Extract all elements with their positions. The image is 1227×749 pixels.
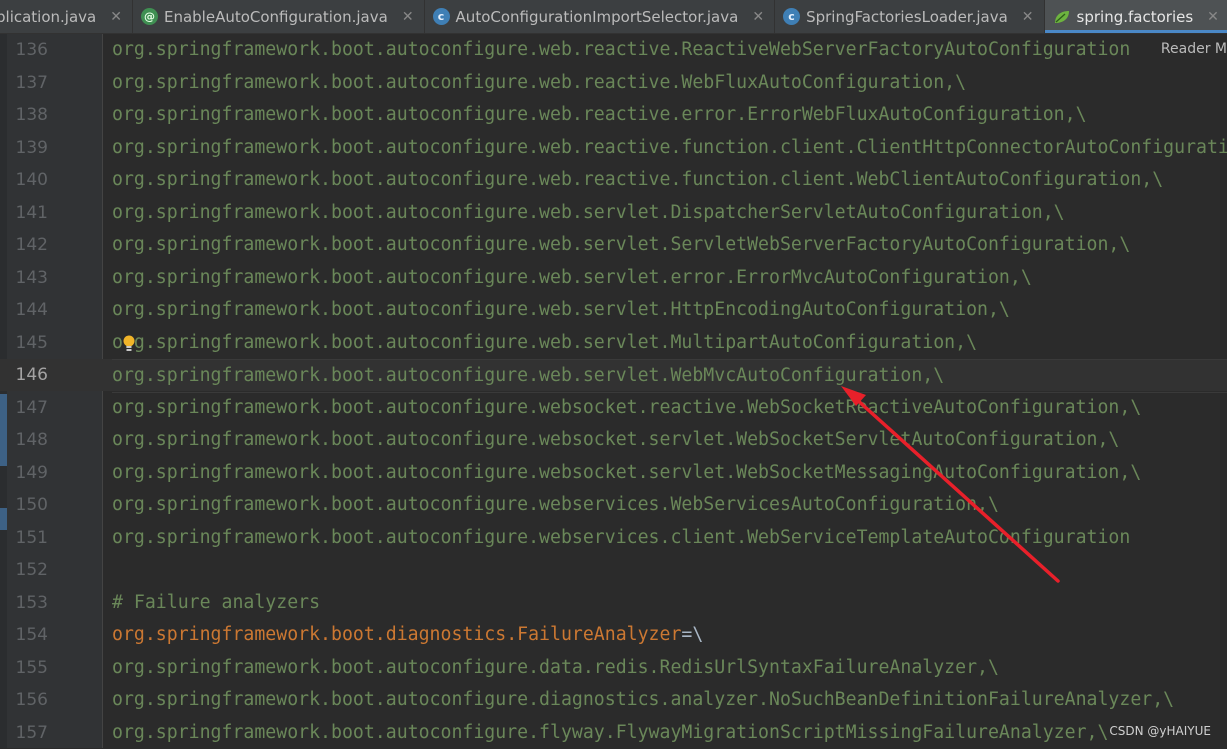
- reader-mode-button[interactable]: Reader M: [1146, 41, 1227, 57]
- line-number: 142: [15, 235, 48, 255]
- tab-label: AutoConfigurationImportSelector.java: [455, 7, 739, 26]
- current-code-line[interactable]: 146 org.springframework.boot.autoconfigur…: [0, 359, 1227, 393]
- close-icon[interactable]: ✕: [110, 9, 122, 25]
- line-number: 143: [15, 267, 48, 288]
- line-number: 140: [15, 170, 48, 190]
- annotation-icon: @: [140, 8, 158, 25]
- line-number: 144: [15, 300, 48, 320]
- line-number: 145: [15, 332, 48, 353]
- tab-spring-factories-loader[interactable]: c SpringFactoriesLoader.java ✕: [775, 0, 1045, 33]
- close-icon[interactable]: ✕: [1022, 9, 1034, 25]
- code-text[interactable]: org.springframework.boot.diagnostics.Fai…: [112, 619, 1227, 651]
- code-line[interactable]: 151 org.springframework.boot.autoconfigur…: [0, 522, 1227, 554]
- code-text[interactable]: org.springframework.boot.autoconfigure.w…: [112, 34, 1227, 66]
- code-text[interactable]: org.springframework.boot.autoconfigure.w…: [112, 197, 1227, 229]
- code-text[interactable]: org.springframework.boot.autoconfigure.w…: [112, 457, 1227, 489]
- code-text[interactable]: org.springframework.boot.autoconfigure.w…: [112, 424, 1227, 456]
- code-text[interactable]: org.springframework.boot.autoconfigure.w…: [112, 67, 1227, 99]
- code-text[interactable]: org.springframework.boot.autoconfigure.w…: [112, 262, 1227, 294]
- code-editor[interactable]: 136 org.springframework.boot.autoconfigur…: [0, 34, 1227, 748]
- code-line[interactable]: 145 org.springframework.boot.autoconfigur…: [0, 327, 1227, 359]
- code-line[interactable]: 137 org.springframework.boot.autoconfigur…: [0, 67, 1227, 99]
- line-number: 148: [15, 430, 48, 450]
- line-number: 136: [15, 40, 48, 60]
- tab-label: spring.factories: [1076, 7, 1194, 26]
- code-text[interactable]: org.springframework.boot.autoconfigure.d…: [112, 684, 1227, 716]
- code-text[interactable]: org.springframework.boot.autoconfigure.w…: [112, 229, 1227, 261]
- watermark: CSDN @yHAIYUE: [1109, 724, 1211, 738]
- property-separator: =\: [681, 624, 704, 645]
- line-number: 149: [15, 462, 48, 483]
- code-line[interactable]: 154 org.springframework.boot.diagnostics.…: [0, 619, 1227, 651]
- code-line[interactable]: 149 org.springframework.boot.autoconfigur…: [0, 457, 1227, 489]
- close-icon[interactable]: ✕: [1207, 9, 1219, 25]
- class-icon: c: [783, 8, 801, 25]
- tab-label: SpringFactoriesLoader.java: [806, 7, 1008, 26]
- line-number: 151: [15, 527, 48, 548]
- line-number: 139: [15, 137, 48, 158]
- tab-application-java[interactable]: plication.java ✕: [0, 0, 133, 33]
- line-number: 155: [15, 657, 48, 678]
- tab-enable-auto-configuration[interactable]: @ EnableAutoConfiguration.java ✕: [133, 0, 425, 33]
- code-text[interactable]: org.springframework.boot.autoconfigure.w…: [112, 132, 1227, 164]
- line-number: 146: [15, 365, 48, 385]
- tab-label: plication.java: [0, 7, 97, 26]
- code-line[interactable]: 157 org.springframework.boot.autoconfigur…: [0, 717, 1227, 749]
- code-text[interactable]: org.springframework.boot.autoconfigure.w…: [112, 489, 1227, 521]
- code-line[interactable]: 141 org.springframework.boot.autoconfigur…: [0, 197, 1227, 229]
- tab-spring-factories[interactable]: spring.factories ✕: [1044, 0, 1227, 33]
- code-line[interactable]: 152: [0, 554, 1227, 586]
- property-key: org.springframework.boot.diagnostics.Fai…: [112, 624, 682, 645]
- code-text[interactable]: # Failure analyzers: [112, 587, 1227, 619]
- line-number: 152: [15, 560, 48, 580]
- line-number: 150: [15, 495, 48, 515]
- code-text[interactable]: org.springframework.boot.autoconfigure.w…: [112, 294, 1227, 326]
- close-icon[interactable]: ✕: [752, 9, 764, 25]
- code-line[interactable]: 155 org.springframework.boot.autoconfigur…: [0, 652, 1227, 684]
- tab-auto-configuration-import-selector[interactable]: c AutoConfigurationImportSelector.java ✕: [425, 0, 776, 33]
- class-icon: c: [432, 8, 450, 25]
- code-text[interactable]: org.springframework.boot.autoconfigure.w…: [112, 99, 1227, 131]
- code-text[interactable]: org.springframework.boot.autoconfigure.w…: [112, 522, 1227, 554]
- code-line[interactable]: 139 org.springframework.boot.autoconfigur…: [0, 132, 1227, 164]
- code-line[interactable]: 150 org.springframework.boot.autoconfigur…: [0, 489, 1227, 521]
- line-number: 138: [15, 105, 48, 125]
- line-number: 137: [15, 72, 48, 93]
- code-line[interactable]: 148 org.springframework.boot.autoconfigur…: [0, 424, 1227, 456]
- code-text[interactable]: org.springframework.boot.autoconfigure.w…: [112, 164, 1227, 196]
- code-line[interactable]: 143 org.springframework.boot.autoconfigur…: [0, 262, 1227, 294]
- code-line[interactable]: 140 org.springframework.boot.autoconfigur…: [0, 164, 1227, 196]
- line-number: 156: [15, 690, 48, 710]
- editor-tab-bar: plication.java ✕ @ EnableAutoConfigurati…: [0, 0, 1227, 34]
- line-number: 154: [15, 625, 48, 645]
- code-line[interactable]: 136 org.springframework.boot.autoconfigur…: [0, 34, 1227, 66]
- tab-label: EnableAutoConfiguration.java: [163, 7, 388, 26]
- code-text[interactable]: org.springframework.boot.autoconfigure.w…: [112, 359, 1227, 393]
- line-number: 147: [15, 397, 48, 418]
- code-line[interactable]: 138 org.springframework.boot.autoconfigur…: [0, 99, 1227, 131]
- lightbulb-icon[interactable]: [122, 332, 136, 352]
- code-line[interactable]: 144 org.springframework.boot.autoconfigur…: [0, 294, 1227, 326]
- code-line[interactable]: 153 # Failure analyzers: [0, 587, 1227, 619]
- code-text[interactable]: org.springframework.boot.autoconfigure.d…: [112, 652, 1227, 684]
- line-number: 141: [15, 202, 48, 223]
- code-text[interactable]: org.springframework.boot.autoconfigure.f…: [112, 717, 1227, 749]
- close-icon[interactable]: ✕: [402, 9, 414, 25]
- line-number: 157: [15, 722, 48, 743]
- code-text[interactable]: org.springframework.boot.autoconfigure.w…: [112, 392, 1227, 424]
- code-line[interactable]: 156 org.springframework.boot.autoconfigur…: [0, 684, 1227, 716]
- code-line[interactable]: 147 org.springframework.boot.autoconfigur…: [0, 392, 1227, 424]
- code-text[interactable]: org.springframework.boot.autoconfigure.w…: [112, 327, 1227, 359]
- spring-leaf-icon: [1053, 8, 1071, 25]
- line-number: 153: [15, 592, 48, 613]
- code-line[interactable]: 142 org.springframework.boot.autoconfigur…: [0, 229, 1227, 261]
